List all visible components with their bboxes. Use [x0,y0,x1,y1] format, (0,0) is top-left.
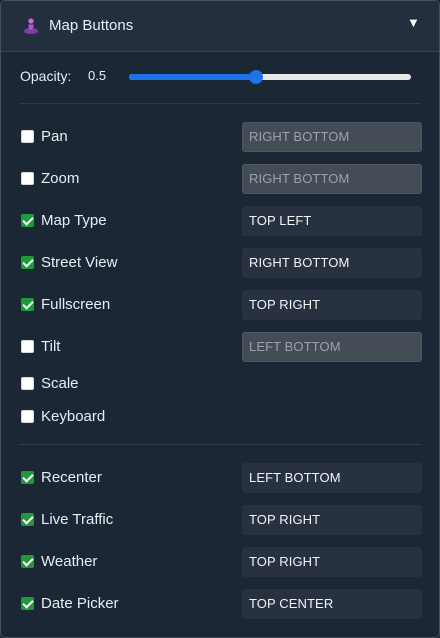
pan-position-select: RIGHT BOTTOM [242,122,422,152]
triangle-down-icon[interactable]: ▼ [407,15,420,30]
panel-header[interactable]: Map Buttons ▼ [1,1,439,52]
live-traffic-checkbox[interactable] [21,513,34,526]
opacity-label: Opacity: [20,68,72,84]
map-type-label[interactable]: Map Type [41,212,107,229]
scale-label[interactable]: Scale [41,375,79,392]
control-row-map-type: Map Type TOP LEFT [20,206,422,236]
control-row-scale: Scale [20,369,422,399]
opacity-slider-thumb[interactable] [248,70,263,84]
opacity-slider-fill [129,74,256,80]
recenter-position-select[interactable]: LEFT BOTTOM [242,463,422,493]
zoom-position-select: RIGHT BOTTOM [242,164,422,194]
scale-checkbox[interactable] [21,377,34,390]
pan-checkbox[interactable] [21,130,34,143]
control-row-tilt: Tilt LEFT BOTTOM [20,332,422,362]
opacity-control: Opacity: 0.5 [20,65,420,87]
weather-label[interactable]: Weather [41,553,97,570]
fullscreen-label[interactable]: Fullscreen [41,296,110,313]
divider [19,103,421,104]
map-type-position-select[interactable]: TOP LEFT [242,206,422,236]
street-view-label[interactable]: Street View [41,254,117,271]
control-row-keyboard: Keyboard [20,402,422,432]
tilt-checkbox[interactable] [21,340,34,353]
control-row-weather: Weather TOP RIGHT [20,547,422,577]
tilt-position-select: LEFT BOTTOM [242,332,422,362]
control-row-live-traffic: Live Traffic TOP RIGHT [20,505,422,535]
map-person-icon [20,15,42,37]
date-picker-position-select[interactable]: TOP CENTER [242,589,422,619]
street-view-checkbox[interactable] [21,256,34,269]
date-picker-checkbox[interactable] [21,597,34,610]
divider [19,444,421,445]
tilt-label[interactable]: Tilt [41,338,60,355]
map-buttons-panel: Map Buttons ▼ Opacity: 0.5 Pan RIGHT BOTT… [0,0,440,638]
live-traffic-label[interactable]: Live Traffic [41,511,113,528]
live-traffic-position-select[interactable]: TOP RIGHT [242,505,422,535]
zoom-label[interactable]: Zoom [41,170,79,187]
weather-position-select[interactable]: TOP RIGHT [242,547,422,577]
zoom-checkbox[interactable] [21,172,34,185]
control-row-pan: Pan RIGHT BOTTOM [20,122,422,152]
keyboard-label[interactable]: Keyboard [41,408,105,425]
recenter-checkbox[interactable] [21,471,34,484]
recenter-label[interactable]: Recenter [41,469,102,486]
opacity-slider[interactable] [129,70,411,84]
keyboard-checkbox[interactable] [21,410,34,423]
fullscreen-checkbox[interactable] [21,298,34,311]
control-row-street-view: Street View RIGHT BOTTOM [20,248,422,278]
control-row-date-picker: Date Picker TOP CENTER [20,589,422,619]
control-row-fullscreen: Fullscreen TOP RIGHT [20,290,422,320]
pan-label[interactable]: Pan [41,128,68,145]
control-row-zoom: Zoom RIGHT BOTTOM [20,164,422,194]
street-view-position-select[interactable]: RIGHT BOTTOM [242,248,422,278]
panel-title: Map Buttons [49,17,134,34]
date-picker-label[interactable]: Date Picker [41,595,119,612]
opacity-value: 0.5 [88,68,107,83]
control-row-recenter: Recenter LEFT BOTTOM [20,463,422,493]
fullscreen-position-select[interactable]: TOP RIGHT [242,290,422,320]
weather-checkbox[interactable] [21,555,34,568]
map-type-checkbox[interactable] [21,214,34,227]
